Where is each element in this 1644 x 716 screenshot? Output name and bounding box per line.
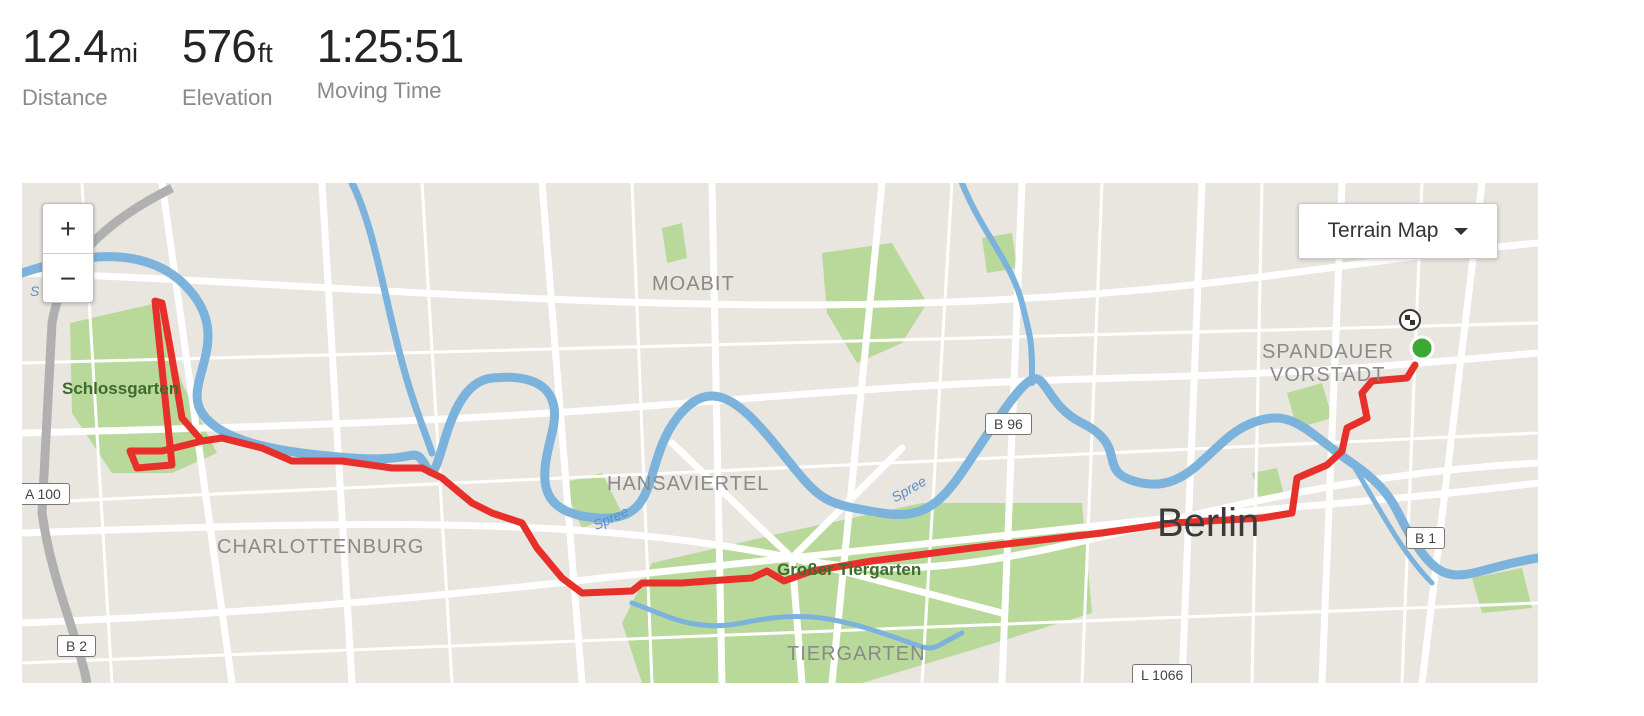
label-grosser-tiergarten: Großer Tiergarten xyxy=(777,560,922,579)
elevation-label: Elevation xyxy=(182,85,273,110)
label-tiergarten: TIERGARTEN xyxy=(787,643,926,665)
map-type-dropdown[interactable]: Terrain Map xyxy=(1298,203,1498,259)
distance-label: Distance xyxy=(22,85,108,110)
start-marker-icon xyxy=(1409,335,1435,361)
road-sign-a100: A 100 xyxy=(22,483,70,505)
road-sign-l1066: L 1066 xyxy=(1132,664,1193,683)
caret-down-icon xyxy=(1454,227,1469,235)
label-hansaviertel: HANSAVIERTEL xyxy=(607,473,770,495)
elevation-value: 576 xyxy=(182,20,257,72)
label-charlottenburg: CHARLOTTENBURG xyxy=(217,536,425,558)
moving-time-stat: 1:25:51 Moving Time xyxy=(316,20,464,111)
label-spandauer: SPANDAUER xyxy=(1262,341,1394,363)
map-type-label: Terrain Map xyxy=(1327,219,1439,242)
label-spree-edge: S xyxy=(30,283,40,299)
road-sign-b1: B 1 xyxy=(1406,527,1446,549)
zoom-out-button[interactable]: − xyxy=(43,253,93,303)
distance-unit: mi xyxy=(109,38,139,68)
elevation-stat: 576ft Elevation xyxy=(182,22,273,111)
label-berlin: Berlin xyxy=(1157,501,1260,545)
road-sign-b2: B 2 xyxy=(57,635,97,657)
moving-time-label: Moving Time xyxy=(316,78,442,103)
route-map[interactable]: MOABIT SPANDAUER VORSTADT Schlossgarten … xyxy=(22,183,1538,683)
moving-time-value: 1:25:51 xyxy=(316,20,464,72)
finish-flag-icon xyxy=(1399,309,1421,331)
elevation-unit: ft xyxy=(257,38,273,68)
label-vorstadt: VORSTADT xyxy=(1270,364,1386,386)
road-sign-b96: B 96 xyxy=(985,413,1032,435)
distance-stat: 12.4mi Distance xyxy=(22,22,138,111)
label-moabit: MOABIT xyxy=(652,273,735,295)
activity-stats: 12.4mi Distance 576ft Elevation 1:25:51 … xyxy=(22,22,507,111)
zoom-control: + − xyxy=(42,203,94,303)
label-schlossgarten: Schlossgarten xyxy=(62,379,180,398)
distance-value: 12.4 xyxy=(22,20,109,72)
zoom-in-button[interactable]: + xyxy=(43,204,93,253)
